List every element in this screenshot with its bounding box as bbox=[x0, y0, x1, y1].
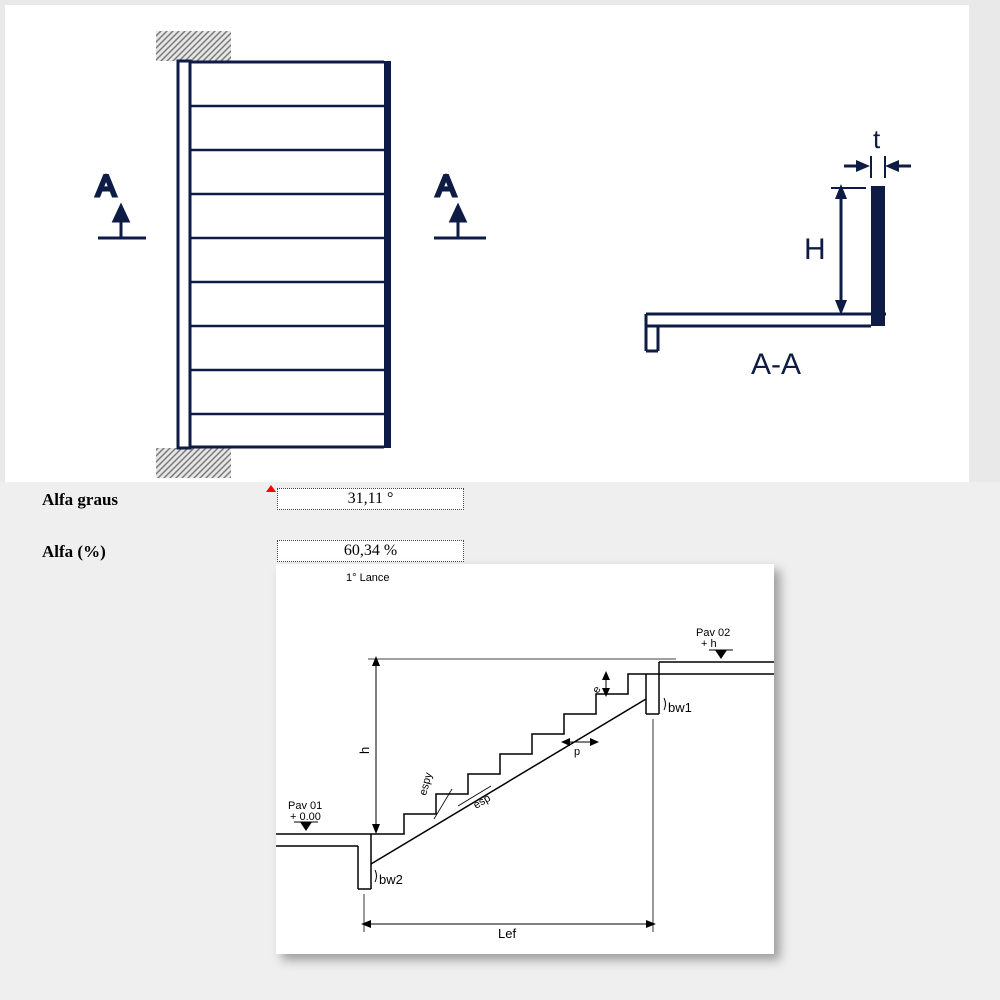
section-marker-left: A bbox=[96, 170, 146, 238]
pav02-level: + h bbox=[701, 638, 717, 650]
dim-t: t bbox=[873, 124, 881, 154]
cell-marker-icon bbox=[266, 485, 276, 492]
alfa-graus-label: Alfa graus bbox=[42, 490, 118, 510]
alfa-pct-value[interactable]: 60,34 % bbox=[277, 540, 464, 562]
section-AA: H t A-A bbox=[646, 124, 911, 381]
plan-view bbox=[156, 31, 391, 478]
section-label-A-left: A bbox=[96, 170, 116, 203]
bw2-label: bw2 bbox=[379, 872, 403, 887]
form-panel: Alfa graus 31,11 ° Alfa (%) 60,34 % 1° L… bbox=[0, 482, 1000, 1000]
h-label: h bbox=[357, 747, 372, 754]
section-name: A-A bbox=[751, 348, 801, 381]
stair-section-svg: 1° Lance Pav 02 + h bw1 bbox=[276, 564, 774, 954]
p-label: p bbox=[574, 746, 580, 758]
alfa-pct-label: Alfa (%) bbox=[42, 542, 106, 562]
section-label-A-right: A bbox=[436, 170, 456, 203]
esp-label: esp bbox=[471, 792, 492, 811]
bw1-label: bw1 bbox=[668, 700, 692, 715]
pav01-level: + 0.00 bbox=[290, 811, 321, 823]
plan-and-section-svg: A A H bbox=[6, 6, 968, 481]
top-diagram-panel: A A H bbox=[5, 5, 969, 482]
stair-section-card: 1° Lance Pav 02 + h bw1 bbox=[276, 564, 774, 954]
espy-label: espy bbox=[417, 771, 435, 797]
stair-title: 1° Lance bbox=[346, 572, 390, 584]
dim-H: H bbox=[804, 233, 826, 266]
lef-label: Lef bbox=[498, 926, 516, 941]
section-marker-right: A bbox=[434, 170, 486, 238]
alfa-graus-value[interactable]: 31,11 ° bbox=[277, 488, 464, 510]
